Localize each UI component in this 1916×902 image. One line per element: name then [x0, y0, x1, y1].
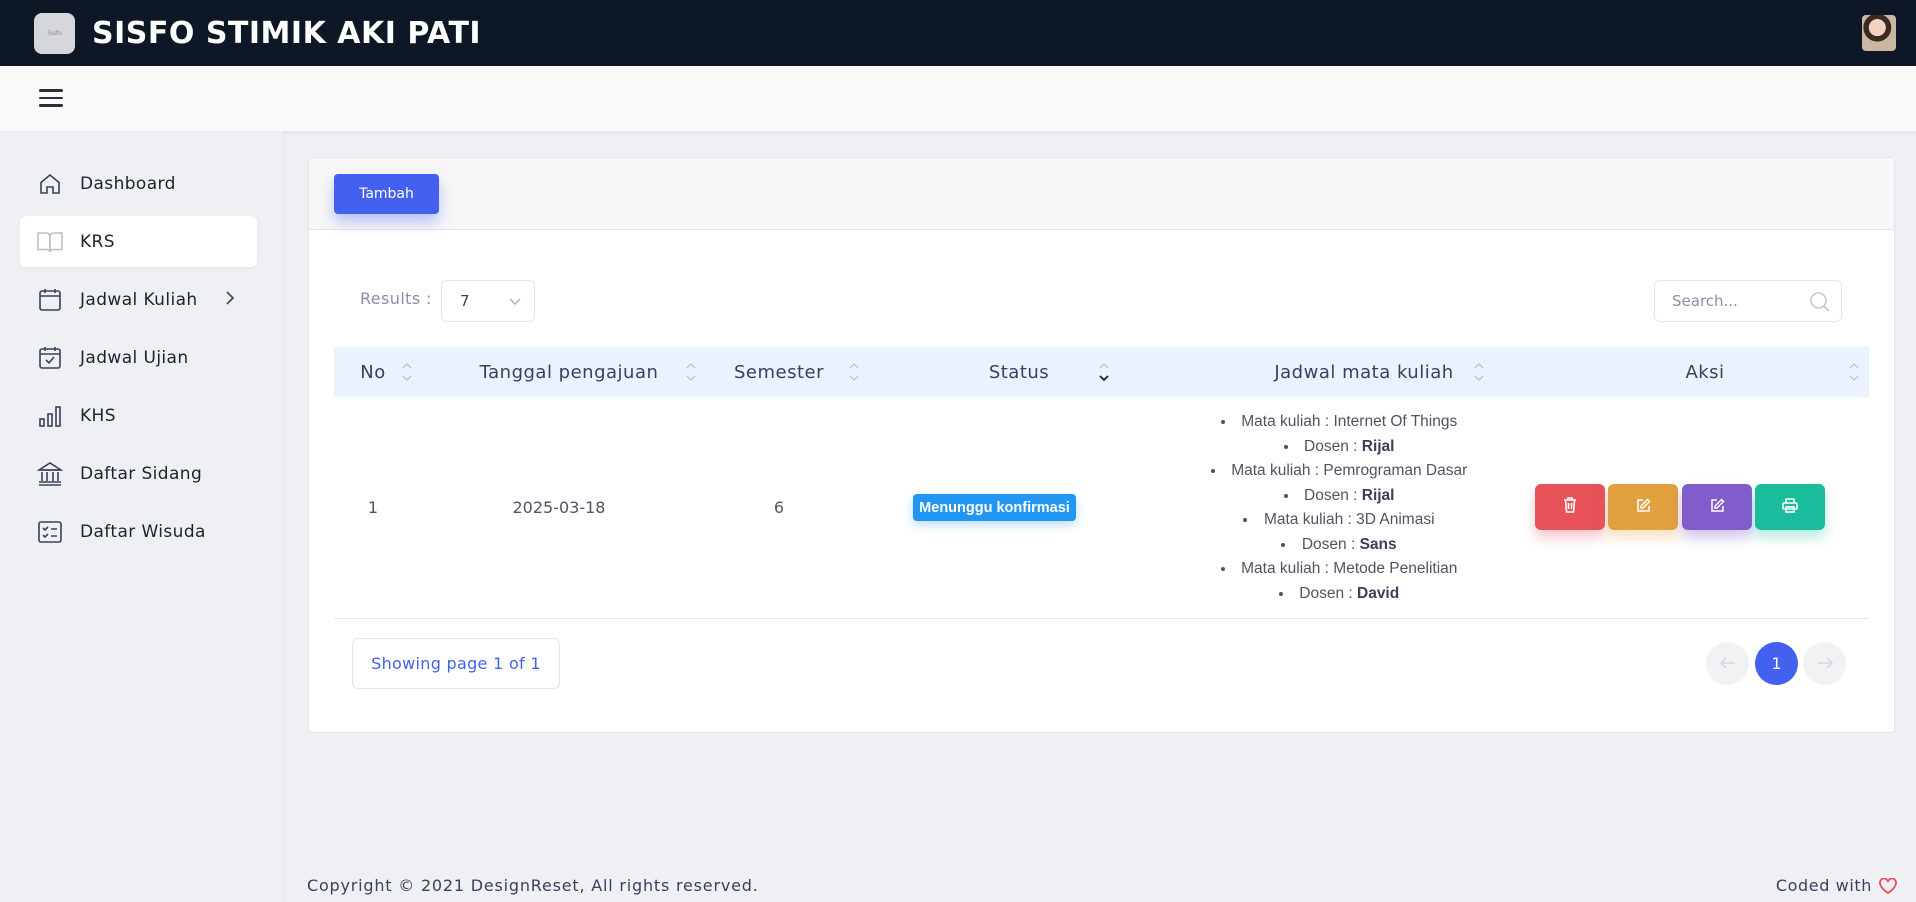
column-header-aksi[interactable]: Aksi	[1560, 347, 1850, 397]
card-header: Tambah	[309, 158, 1894, 230]
sort-icon[interactable]	[849, 361, 859, 383]
heart-icon	[1879, 877, 1897, 894]
column-label: Jadwal mata kuliah	[1274, 361, 1454, 383]
bar-chart-icon	[37, 403, 63, 429]
user-avatar[interactable]	[1862, 15, 1896, 51]
sort-icon[interactable]	[1474, 361, 1484, 383]
print-button[interactable]	[1755, 484, 1825, 530]
sidebar-item-jadwal-kuliah[interactable]: Jadwal Kuliah	[20, 274, 257, 325]
edit-icon	[1710, 497, 1725, 517]
jadwal-dosen: Dosen : Sans	[1149, 533, 1529, 558]
sidebar-item-label: Jadwal Kuliah	[80, 289, 198, 310]
sidebar: Dashboard KRS Jadwal Kuliah Jadwal Ujian…	[0, 131, 284, 902]
top-navbar: Sisfo SISFO STIMIK AKI PATI	[0, 0, 1916, 66]
column-header-semester[interactable]: Semester	[729, 347, 829, 397]
results-value: 7	[460, 292, 470, 310]
edit-button[interactable]	[1608, 484, 1678, 530]
footer-coded-text: Coded with	[1775, 876, 1872, 895]
sidebar-item-khs[interactable]: KHS	[20, 390, 257, 441]
calendar-icon	[37, 287, 63, 313]
krs-card: Tambah Results : 7 No Tanggal pengajuan …	[308, 157, 1895, 733]
sort-icon[interactable]	[1849, 361, 1859, 383]
jadwal-dosen: Dosen : Rijal	[1149, 435, 1529, 460]
sort-icon[interactable]	[402, 361, 412, 383]
jadwal-dosen: Dosen : David	[1149, 582, 1529, 607]
jadwal-mata-kuliah: Mata kuliah : 3D Animasi	[1149, 508, 1529, 533]
cell-tanggal: 2025-03-18	[512, 498, 606, 517]
home-icon	[37, 171, 63, 197]
jadwal-dosen: Dosen : Rijal	[1149, 484, 1529, 509]
jadwal-mata-kuliah: Mata kuliah : Internet Of Things	[1149, 410, 1529, 435]
sidebar-item-label: KRS	[80, 231, 115, 252]
print-icon	[1782, 497, 1798, 517]
pagination-page-1[interactable]: 1	[1755, 642, 1798, 685]
cell-semester: 6	[773, 498, 785, 517]
footer-credit: Coded with	[1776, 876, 1897, 895]
column-label: Status	[988, 361, 1050, 383]
edit-schedule-button[interactable]	[1682, 484, 1752, 530]
column-header-jadwal[interactable]: Jadwal mata kuliah	[1174, 347, 1554, 397]
app-title[interactable]: SISFO STIMIK AKI PATI	[92, 16, 481, 51]
sidebar-item-label: Jadwal Ujian	[80, 347, 189, 368]
search-box	[1654, 280, 1842, 322]
delete-button[interactable]	[1535, 484, 1605, 530]
column-label: Tanggal pengajuan	[479, 361, 659, 383]
sidebar-item-label: Daftar Wisuda	[80, 521, 206, 542]
sidebar-item-krs[interactable]: KRS	[20, 216, 257, 267]
arrow-right-icon	[1817, 654, 1833, 673]
sidebar-item-daftar-sidang[interactable]: Daftar Sidang	[20, 448, 257, 499]
results-label: Results :	[360, 289, 432, 308]
column-label: No	[360, 361, 386, 383]
search-icon[interactable]	[1809, 291, 1831, 317]
arrow-left-icon	[1719, 654, 1736, 673]
jadwal-mata-kuliah: Mata kuliah : Pemrograman Dasar	[1149, 459, 1529, 484]
add-button[interactable]: Tambah	[334, 174, 439, 214]
footer-copyright: Copyright © 2021 DesignReset, All rights…	[307, 876, 759, 895]
column-header-tanggal[interactable]: Tanggal pengajuan	[434, 347, 704, 397]
book-icon	[37, 229, 63, 255]
sidebar-item-label: Daftar Sidang	[80, 463, 203, 484]
logo-text: Sisfo	[47, 29, 62, 37]
checklist-icon	[37, 519, 63, 545]
sidebar-item-jadwal-ujian[interactable]: Jadwal Ujian	[20, 332, 257, 383]
calendar-check-icon	[37, 345, 63, 371]
column-header-no[interactable]: No	[334, 347, 412, 397]
search-input[interactable]	[1672, 281, 1812, 321]
pagination-info: Showing page 1 of 1	[352, 638, 560, 689]
bank-icon	[37, 461, 63, 487]
pagination-next[interactable]	[1803, 642, 1846, 685]
cell-no: 1	[367, 498, 379, 517]
sort-icon[interactable]	[686, 361, 696, 383]
results-per-page-select[interactable]: 7	[441, 280, 535, 322]
app-logo[interactable]: Sisfo	[34, 12, 75, 54]
column-label: Aksi	[1685, 361, 1725, 383]
trash-icon	[1563, 497, 1577, 517]
sidebar-item-dashboard[interactable]: Dashboard	[20, 158, 257, 209]
row-divider	[334, 618, 1869, 619]
chevron-down-icon	[508, 294, 522, 312]
sub-header	[0, 66, 1916, 131]
jadwal-list: Mata kuliah : Internet Of Things Dosen :…	[1149, 410, 1529, 606]
status-badge: Menunggu konfirmasi	[913, 494, 1076, 521]
column-label: Semester	[733, 361, 825, 383]
menu-toggle-icon[interactable]	[39, 89, 63, 107]
table-header: No Tanggal pengajuan Semester Status Jad…	[334, 347, 1869, 397]
edit-icon	[1636, 497, 1651, 517]
jadwal-mata-kuliah: Mata kuliah : Metode Penelitian	[1149, 557, 1529, 582]
pagination-prev[interactable]	[1706, 642, 1749, 685]
sort-desc-icon[interactable]	[1099, 361, 1109, 383]
chevron-right-icon	[225, 290, 235, 310]
sidebar-item-daftar-wisuda[interactable]: Daftar Wisuda	[20, 506, 257, 557]
sidebar-item-label: Dashboard	[80, 173, 176, 194]
sidebar-item-label: KHS	[80, 405, 116, 426]
